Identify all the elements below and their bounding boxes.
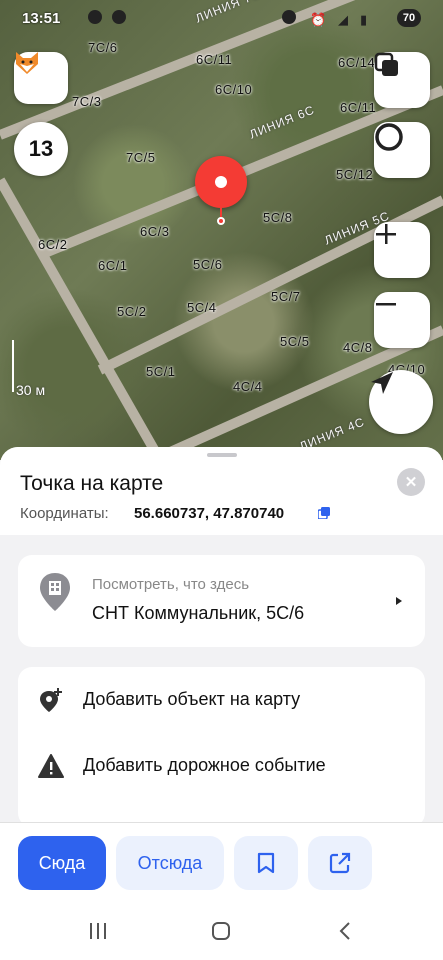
profile-button[interactable] — [14, 52, 68, 104]
layers-button[interactable] — [374, 52, 430, 108]
signal-icon: ▮ — [360, 12, 368, 27]
sheet-header: Точка на карте ✕ Координаты: 56.660737, … — [0, 447, 443, 535]
drag-handle[interactable] — [207, 453, 237, 457]
back-icon[interactable] — [338, 921, 352, 941]
actions-card: Добавить объект на карту Добавить дорожн… — [18, 667, 425, 827]
whats-here-card[interactable]: Посмотреть, что здесь СНТ Коммунальник, … — [18, 555, 425, 647]
coordinates-label: Координаты: — [20, 505, 109, 522]
zoom-out-button[interactable] — [374, 292, 430, 348]
sheet-title: Точка на карте — [20, 472, 164, 495]
zoom-in-button[interactable] — [374, 222, 430, 278]
plot-label: 5С/6 — [193, 257, 223, 272]
plot-label: 5С/2 — [117, 304, 147, 319]
location-pin-icon[interactable] — [195, 156, 247, 208]
add-road-event-row[interactable]: Добавить дорожное событие — [18, 733, 425, 799]
plot-label: 6С/1 — [98, 258, 128, 273]
add-place-icon — [40, 688, 62, 712]
wifi-icon: ◢ — [338, 12, 348, 27]
zoom-level-value: 13 — [28, 136, 54, 161]
plot-label: 6С/10 — [215, 82, 253, 97]
plot-label: 4С/8 — [343, 340, 373, 355]
zoom-level-badge: 13 — [14, 122, 68, 176]
route-from-here-button[interactable]: Отсюда — [116, 836, 224, 890]
recent-apps-icon[interactable] — [88, 922, 108, 940]
bookmark-button[interactable] — [234, 836, 298, 890]
plot-label: 5С/12 — [336, 167, 374, 182]
close-icon: ✕ — [404, 474, 418, 491]
alarm-icon: ⏰ — [310, 12, 327, 27]
my-location-button[interactable] — [369, 370, 433, 434]
plot-label: 7С/6 — [88, 40, 118, 55]
whats-here-label: Посмотреть, что здесь — [92, 576, 250, 593]
layers-icon — [374, 52, 398, 76]
alice-assistant-icon — [375, 123, 403, 151]
notification-icon — [88, 10, 102, 24]
share-button[interactable] — [308, 836, 372, 890]
map-view[interactable]: 7С/6 6С/11 6С/10 6С/14 7С/3 6С/11 7С/5 5… — [0, 0, 443, 460]
home-icon[interactable] — [211, 921, 231, 941]
plot-label: 6С/11 — [340, 100, 377, 115]
route-to-here-label: Сюда — [38, 852, 86, 873]
battery-indicator: 70 — [397, 9, 421, 27]
plot-label: 6С/3 — [140, 224, 170, 239]
plot-label: 5С/5 — [280, 334, 310, 349]
close-button[interactable]: ✕ — [397, 468, 425, 496]
plot-label: 6С/11 — [196, 52, 233, 67]
notification-icon — [112, 10, 126, 24]
coordinates-value[interactable]: 56.660737, 47.870740 — [134, 505, 284, 522]
whats-here-address: СНТ Коммунальник, 5С/6 — [92, 603, 305, 623]
route-from-here-label: Отсюда — [137, 852, 203, 873]
add-object-row[interactable]: Добавить объект на карту — [18, 667, 425, 733]
pin-stem — [220, 207, 222, 217]
add-object-label: Добавить объект на карту — [83, 689, 301, 709]
plot-label: 6С/2 — [38, 237, 68, 252]
warning-icon — [38, 754, 64, 778]
pin-point — [217, 217, 225, 225]
status-bar: 13:51 ⏰ ◢ ▮ 70 — [0, 0, 443, 34]
add-road-event-label: Добавить дорожное событие — [83, 755, 326, 775]
plot-label: 6С/14 — [338, 55, 376, 70]
plot-label: 5С/8 — [263, 210, 293, 225]
plot-label: 4С/4 — [233, 379, 263, 394]
minus-icon — [376, 303, 396, 306]
copy-icon[interactable] — [318, 507, 330, 519]
chevron-right-icon — [396, 597, 402, 605]
fox-avatar-icon — [16, 52, 38, 74]
plot-label: 5С/4 — [187, 300, 217, 315]
system-nav-bar — [0, 902, 443, 960]
plot-label: 5С/1 — [146, 364, 176, 379]
plot-label: 5С/7 — [271, 289, 301, 304]
plus-icon — [376, 224, 396, 244]
bookmark-icon — [257, 852, 275, 874]
dnd-icon — [282, 10, 296, 24]
route-to-here-button[interactable]: Сюда — [18, 836, 106, 890]
navigation-arrow-icon — [371, 372, 393, 394]
alice-button[interactable] — [374, 122, 430, 178]
building-pin-icon — [40, 573, 70, 611]
status-time: 13:51 — [22, 10, 61, 27]
plot-label: 7С/3 — [72, 94, 102, 109]
action-bar: Сюда Отсюда — [0, 822, 443, 903]
share-icon — [329, 852, 351, 874]
map-scale-label: 30 м — [16, 382, 46, 398]
plot-label: 7С/5 — [126, 150, 156, 165]
